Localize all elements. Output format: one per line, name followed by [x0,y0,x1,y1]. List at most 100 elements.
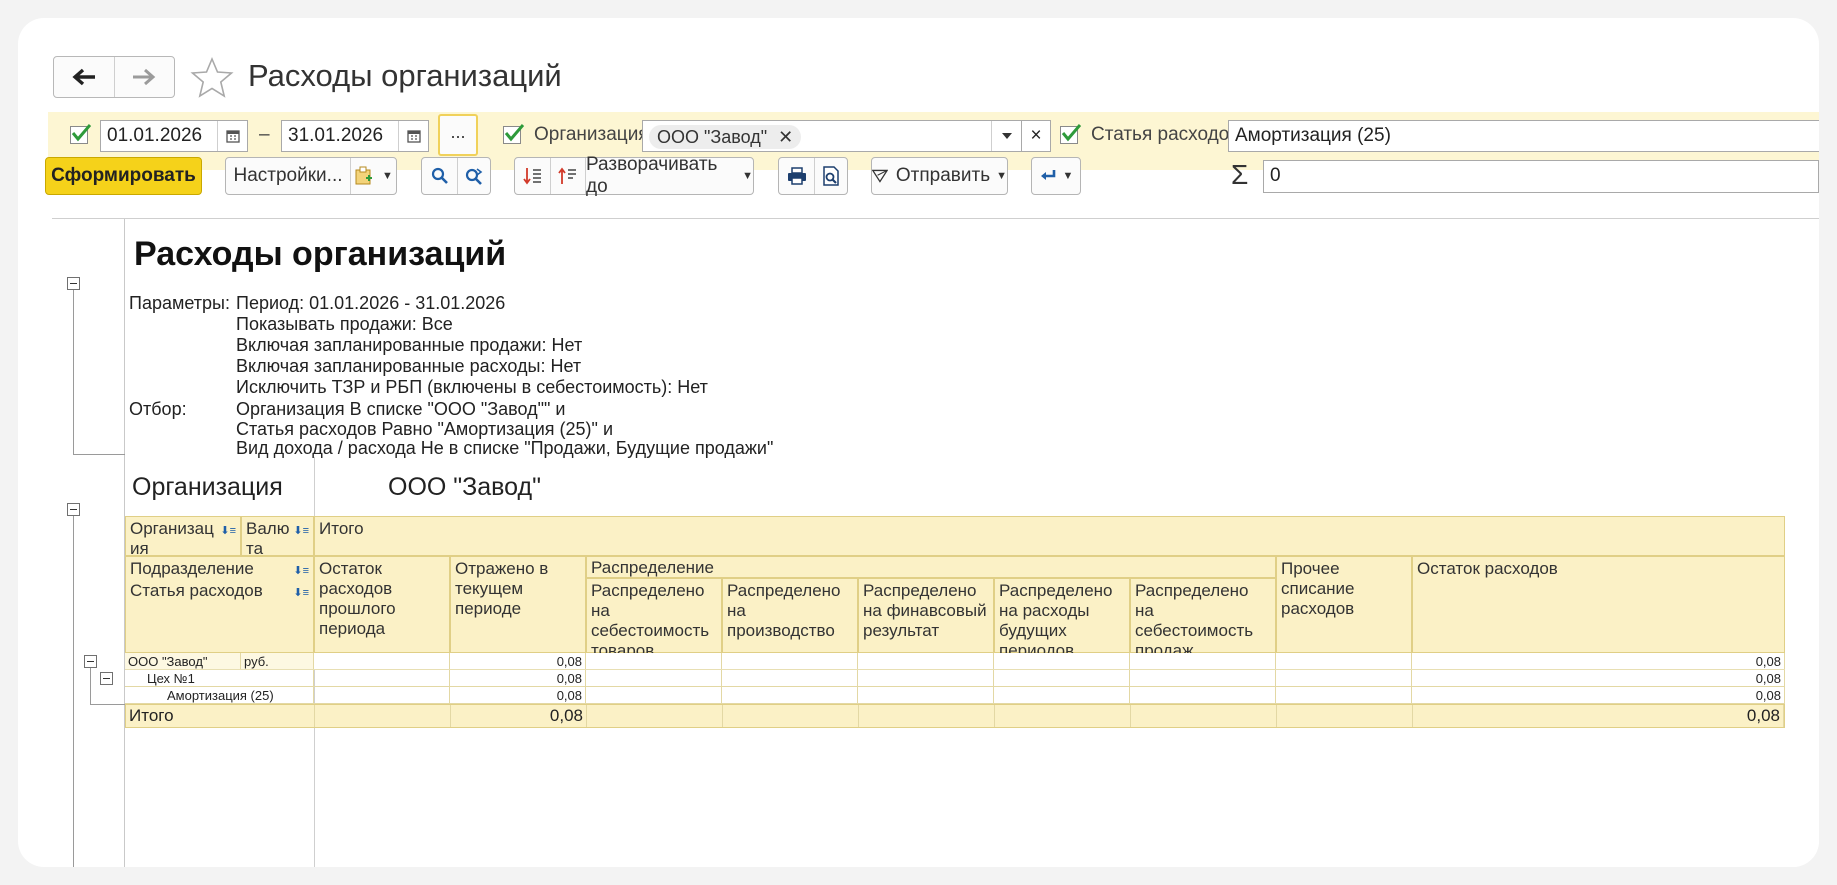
period-select-button[interactable]: ... [438,114,478,156]
print-preview-button[interactable] [814,158,847,194]
total-reflected: 0,08 [451,705,587,727]
header-dist-future: Распределено на расходы будущих периодов [994,578,1130,660]
expand-to-label: Разворачивать до [586,154,718,197]
cell-dist-future [994,687,1130,703]
cost-item-field[interactable]: Амортизация (25) [1228,120,1819,152]
expand-to-button[interactable]: Разворачивать до ▼ [585,154,753,197]
cell-opening [314,687,450,703]
total-row: Итого 0,08 0,08 [125,704,1785,728]
param-line: Исключить ТЗР и РБП (включены в себестои… [236,377,708,397]
sort-ascending-button[interactable] [515,158,550,194]
cost-item-checkbox[interactable] [1060,124,1082,144]
date-to-value: 31.01.2026 [288,125,384,146]
header-distribution: Распределение [586,556,1276,578]
search-button-group [421,157,491,195]
date-from-calendar-button[interactable] [217,121,247,151]
sum-field[interactable]: 0 [1263,160,1819,193]
settings-button[interactable]: Настройки... [226,158,350,194]
sort-down-icon [522,168,541,185]
cell-dist-cost-sales [1131,705,1277,727]
table-row[interactable]: Амортизация (25) 0,08 0,08 [125,687,1785,704]
organization-clear-button[interactable]: × [1021,120,1051,152]
find-next-button[interactable] [457,158,490,194]
report-window: Расходы организаций 01.01.2026 – 31.01.2… [18,18,1819,867]
group-line [73,290,74,454]
search-icon [431,167,448,184]
variant-dropdown-button[interactable]: ▼ [350,158,396,194]
cell-dist-future [995,705,1131,727]
organization-checkbox[interactable] [503,124,525,144]
back-button[interactable] [54,57,114,97]
header-total: Итого [314,516,1785,556]
cell-name: ООО "Завод" [125,653,241,669]
find-button[interactable] [422,158,457,194]
sort-descending-button[interactable] [550,158,585,194]
table-row[interactable]: Цех №1 0,08 0,08 [125,670,1785,687]
table-row[interactable]: ООО "Завод" руб. 0,08 0,08 [125,653,1785,670]
cell-dist-cost-sales [1130,670,1276,686]
organization-tag-label: ООО "Завод" [657,127,768,147]
cell-dist-goods [586,670,722,686]
sort-icon[interactable]: ⬇≡ [293,521,309,541]
filter-line: Статья расходов Равно "Амортизация (25)"… [236,419,613,439]
header-other-writeoff: Прочее списание расходов [1276,556,1412,653]
generate-button[interactable]: Сформировать [45,157,202,195]
param-line: Включая запланированные расходы: Нет [236,356,582,376]
more-actions-button[interactable]: ▼ [1031,157,1081,195]
header-closing-balance: Остаток расходов [1412,556,1785,653]
sort-icon[interactable]: ⬇≡ [293,561,309,581]
collapse-header-button[interactable] [67,277,80,290]
cell-dist-cost-sales [1130,653,1276,669]
sort-icon[interactable]: ⬇≡ [293,583,309,603]
organization-label: Организация: [534,124,654,145]
report-title: Расходы организаций [134,235,507,273]
param-line: Включая запланированные продажи: Нет [236,335,583,355]
report-area: Расходы организаций Параметры: Период: 0… [52,218,1819,867]
sum-value: 0 [1270,165,1281,186]
cell-closing: 0,08 [1412,670,1785,686]
cell-dist-fin [858,653,994,669]
cell-reflected: 0,08 [450,670,586,686]
date-to-field[interactable]: 31.01.2026 [281,120,429,152]
print-button[interactable] [779,158,814,194]
cell-opening [314,653,450,669]
header-currency-text: Валю та [246,519,290,558]
cost-item-label: Статья расходов: [1091,124,1245,145]
calendar-icon [225,130,240,143]
cell-other [1276,670,1412,686]
printer-icon [787,167,806,185]
send-label: Отправить [895,165,991,186]
favorite-star-icon[interactable] [190,56,234,100]
cell-dist-cost-sales [1130,687,1276,703]
cell-dist-future [994,670,1130,686]
caret-down-icon: ▼ [742,170,753,182]
collapse-row-organization-button[interactable] [84,655,97,668]
header-department: Подразделение [130,559,254,578]
sort-up-icon [558,167,576,184]
date-from-field[interactable]: 01.01.2026 [100,120,248,152]
header-currency: Валю та ⬇≡ [241,516,314,558]
organization-dropdown-button[interactable] [991,121,1021,151]
filter-line: Вид дохода / расхода Не в списке "Продаж… [236,438,774,458]
filter-label: Отбор: [129,399,187,419]
group-line [73,454,125,455]
sort-icon[interactable]: ⬇≡ [220,521,236,541]
checkmark-icon [1061,124,1082,142]
cell-dist-production [722,653,858,669]
cell-dist-goods [586,687,722,703]
remove-tag-icon[interactable]: ✕ [778,127,793,147]
caret-down-icon: ▼ [382,170,393,182]
send-button[interactable]: Отправить ▼ [871,157,1008,195]
report-variant-icon [355,166,373,185]
organization-field[interactable]: ООО "Завод" ✕ [642,120,1022,152]
period-checkbox[interactable] [70,124,92,144]
group-line [73,516,74,867]
collapse-organization-button[interactable] [67,503,80,516]
cell-name: Цех №1 [125,670,314,686]
forward-button[interactable] [113,57,175,97]
header-cost-item: Статья расходов [130,581,263,600]
collapse-row-department-button[interactable] [100,672,113,685]
date-to-calendar-button[interactable] [398,121,428,151]
arrow-left-icon [72,68,95,86]
search-next-icon [465,168,483,185]
